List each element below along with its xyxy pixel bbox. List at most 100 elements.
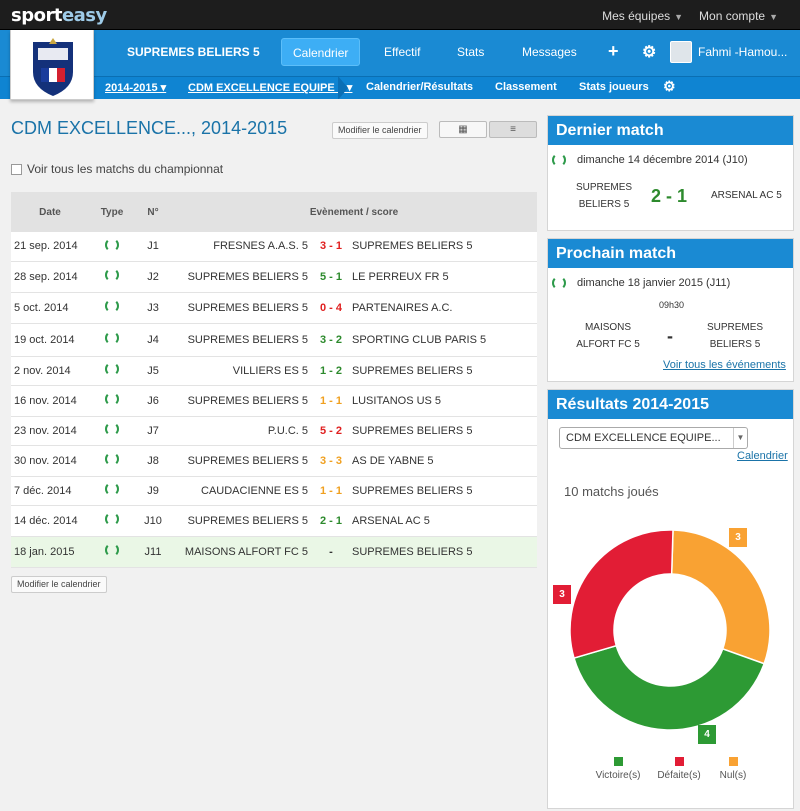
match-score[interactable]: 3 - 2	[311, 323, 351, 357]
championship-icon	[105, 452, 119, 466]
match-number: J3	[135, 292, 171, 324]
legend-item: Nul(s)	[703, 757, 763, 781]
match-score[interactable]: 3 - 3	[311, 445, 351, 477]
edit-calendar-bottom-button[interactable]: Modifier le calendrier	[11, 576, 107, 593]
table-row[interactable]: 19 oct. 2014 J4 SUPREMES BELIERS 53 - 2 SPO…	[11, 323, 537, 357]
away-team: SUPREMES BELIERS 5	[351, 476, 537, 506]
competition-select[interactable]: CDM EXCELLENCE EQUIPE... ▼	[559, 427, 748, 449]
team-name[interactable]: SUPREMES BELIERS 5	[127, 45, 260, 59]
all-events-link[interactable]: Voir tous les événements	[663, 359, 786, 371]
championship-icon	[105, 331, 119, 345]
table-row[interactable]: 21 sep. 2014 J1 FRESNES A.A.S. 53 - 1 SUPRE…	[11, 232, 537, 262]
table-row[interactable]: 5 oct. 2014 J3 SUPREMES BELIERS 50 - 4 PART…	[11, 292, 537, 324]
plus-icon[interactable]: +	[608, 41, 619, 62]
season-selector[interactable]: 2014-2015 ▾	[105, 81, 166, 94]
page-title: CDM EXCELLENCE..., 2014-2015	[11, 118, 288, 138]
match-score[interactable]: 1 - 1	[311, 476, 351, 506]
my-teams-menu[interactable]: Mes équipes ▼	[602, 9, 683, 23]
next-match-time: 09h30	[659, 300, 685, 310]
donut-value-label: 4	[698, 725, 716, 744]
user-name[interactable]: Fahmi -Hamou...	[698, 45, 787, 59]
home-team: CAUDACIENNE ES 5	[171, 476, 311, 506]
table-row[interactable]: 2 nov. 2014 J5 VILLIERS ES 51 - 2 SUPREMES …	[11, 356, 537, 386]
match-score[interactable]: 2 - 1	[311, 505, 351, 537]
championship-icon	[552, 276, 566, 290]
calendar-view-button[interactable]: ▦	[439, 121, 487, 138]
home-team: FRESNES A.A.S. 5	[171, 232, 311, 262]
match-score[interactable]: 0 - 4	[311, 292, 351, 324]
match-type	[89, 356, 135, 386]
match-score[interactable]: 1 - 1	[311, 385, 351, 417]
away-team: ARSENAL AC 5	[351, 505, 537, 537]
championship-icon	[105, 362, 119, 376]
legend-item: Victoire(s)	[588, 757, 648, 781]
gear-icon[interactable]: ⚙	[642, 42, 656, 62]
table-row[interactable]: 16 nov. 2014 J6 SUPREMES BELIERS 51 - 1 LUS…	[11, 385, 537, 417]
match-number: J1	[135, 232, 171, 262]
match-score[interactable]: 1 - 2	[311, 356, 351, 386]
legend-swatch	[613, 757, 623, 766]
championship-icon	[105, 543, 119, 557]
edit-calendar-button[interactable]: Modifier le calendrier	[332, 122, 428, 139]
table-row[interactable]: 23 nov. 2014 J7 P.U.C. 55 - 2 SUPREMES BELI…	[11, 416, 537, 446]
last-match-home-line1: SUPREMES	[575, 182, 633, 193]
last-match-date[interactable]: dimanche 14 décembre 2014 (J10)	[577, 154, 748, 166]
my-account-menu[interactable]: Mon compte ▼	[699, 9, 778, 23]
nav-stats[interactable]: Stats	[446, 38, 495, 66]
home-team: P.U.C. 5	[171, 416, 311, 446]
next-match-home-line1: MAISONS	[584, 322, 632, 333]
subnav-player-stats[interactable]: Stats joueurs	[579, 81, 649, 93]
nav-messages[interactable]: Messages	[511, 38, 588, 66]
top-bar: sporteasy Mes équipes ▼ Mon compte ▼	[0, 0, 800, 30]
table-row[interactable]: 7 déc. 2014 J9 CAUDACIENNE ES 51 - 1 SUPREM…	[11, 476, 537, 506]
calendar-icon: ▦	[458, 124, 468, 135]
championship-icon	[105, 299, 119, 313]
match-date: 18 jan. 2015	[11, 536, 89, 568]
championship-icon	[105, 392, 119, 406]
home-team: SUPREMES BELIERS 5	[171, 505, 311, 537]
home-team: SUPREMES BELIERS 5	[171, 445, 311, 477]
match-date: 30 nov. 2014	[11, 445, 89, 477]
away-team: LUSITANOS US 5	[351, 385, 537, 417]
match-number: J9	[135, 476, 171, 506]
match-type	[89, 232, 135, 262]
table-row[interactable]: 14 déc. 2014 J10 SUPREMES BELIERS 52 - 1 AR…	[11, 505, 537, 537]
match-number: J4	[135, 323, 171, 357]
table-row[interactable]: 30 nov. 2014 J8 SUPREMES BELIERS 53 - 3 AS …	[11, 445, 537, 477]
next-match-date[interactable]: dimanche 18 janvier 2015 (J11)	[577, 277, 730, 289]
match-date: 2 nov. 2014	[11, 356, 89, 386]
match-score[interactable]: 5 - 1	[311, 261, 351, 293]
show-all-matches-checkbox[interactable]: Voir tous les matchs du championnat	[11, 162, 223, 176]
donut-slice-losses[interactable]	[569, 529, 674, 659]
settings-gear-icon[interactable]: ⚙	[663, 78, 676, 95]
championship-icon	[105, 482, 119, 496]
match-score[interactable]: 5 - 2	[311, 416, 351, 446]
last-match-home-line2: BELIERS 5	[578, 199, 630, 210]
list-view-button[interactable]: ≡	[489, 121, 537, 138]
team-badge[interactable]	[10, 30, 94, 100]
legend-swatch	[674, 757, 684, 766]
results-donut-chart	[569, 529, 771, 731]
away-team: SUPREMES BELIERS 5	[351, 536, 537, 568]
donut-slice-wins[interactable]	[573, 644, 766, 731]
nav-calendar[interactable]: Calendrier	[281, 38, 361, 66]
nav-roster[interactable]: Effectif	[373, 38, 431, 66]
match-score[interactable]: -	[311, 536, 351, 568]
table-row[interactable]: 28 sep. 2014 J2 SUPREMES BELIERS 55 - 1 LE …	[11, 261, 537, 293]
match-type	[89, 505, 135, 537]
col-date: Date	[39, 206, 61, 218]
competition-selector[interactable]: CDM EXCELLENCE EQUIPE 5 ▾	[188, 81, 352, 94]
match-number: J5	[135, 356, 171, 386]
match-score[interactable]: 3 - 1	[311, 232, 351, 262]
match-type	[89, 445, 135, 477]
donut-slice-draws[interactable]	[670, 529, 771, 665]
results-calendar-link[interactable]: Calendrier	[737, 450, 788, 462]
next-match-score: -	[667, 326, 673, 346]
subnav-ranking[interactable]: Classement	[495, 81, 557, 93]
avatar[interactable]	[670, 41, 692, 63]
app-logo[interactable]: sporteasy	[11, 5, 107, 26]
subnav-calendar-results[interactable]: Calendrier/Résultats	[366, 81, 473, 93]
championship-icon	[105, 268, 119, 282]
table-row[interactable]: 18 jan. 2015 J11 MAISONS ALFORT FC 5- SUPRE…	[11, 536, 537, 568]
list-icon: ≡	[510, 124, 516, 135]
